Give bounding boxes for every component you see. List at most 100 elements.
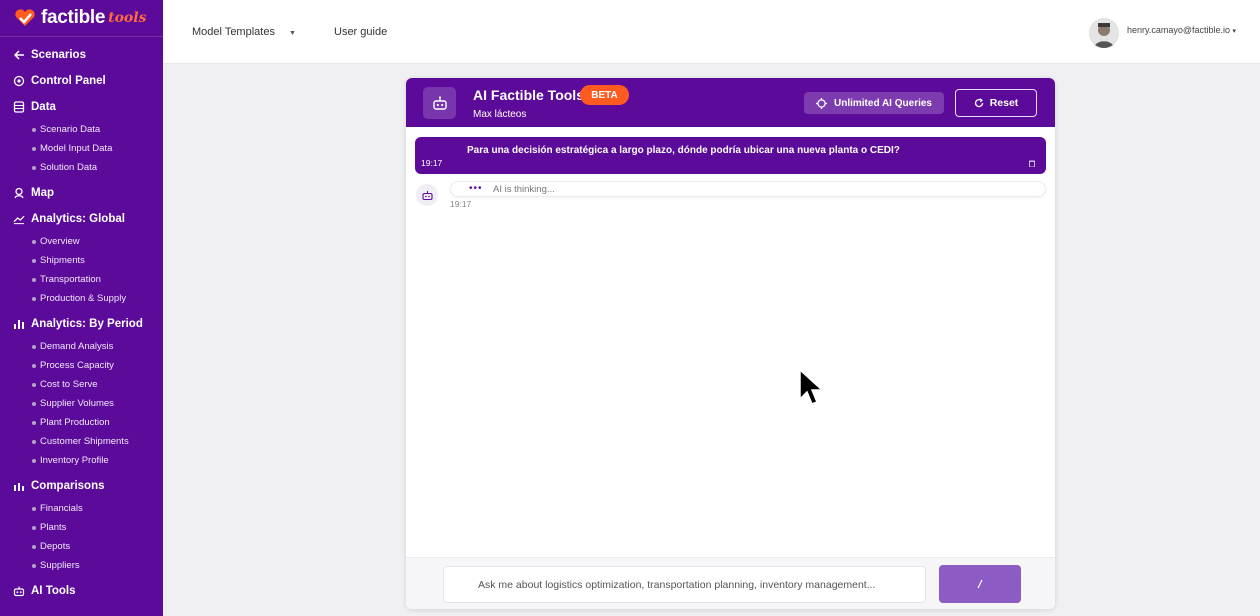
sidebar-item-scenarios[interactable]: Scenarios [0, 42, 163, 68]
user-menu[interactable]: henry.camayo@factible.io ▾ [1127, 25, 1236, 35]
send-button[interactable] [939, 565, 1021, 603]
target-icon [816, 97, 827, 109]
sidebar-subitem-label: Supplier Volumes [40, 398, 114, 409]
sidebar-subitem-shipments[interactable]: Shipments [0, 251, 163, 270]
sidebar-subitem-supplier-volumes[interactable]: Supplier Volumes [0, 394, 163, 413]
refresh-icon [974, 98, 983, 108]
sidebar-subitem-label: Shipments [40, 255, 85, 266]
bullet-icon [32, 439, 36, 444]
chat-title: AI Factible Tools [473, 87, 584, 103]
bullet-icon [32, 277, 36, 282]
chevron-down-icon: ▼ [288, 30, 296, 37]
sidebar-subitem-plants[interactable]: Plants [0, 518, 163, 537]
bullet-icon [32, 458, 36, 463]
sidebar-subitem-scenario-data[interactable]: Scenario Data [0, 120, 163, 139]
user-message-text: Para una decisión estratégica a largo pl… [467, 145, 900, 156]
sidebar-subitem-label: Customer Shipments [40, 436, 129, 447]
sidebar-subitem-demand-analysis[interactable]: Demand Analysis [0, 337, 163, 356]
sidebar-subitem-inventory-profile[interactable]: Inventory Profile [0, 451, 163, 470]
sidebar-item-comparisons[interactable]: Comparisons [0, 473, 163, 499]
sidebar-subitem-suppliers[interactable]: Suppliers [0, 556, 163, 575]
sidebar-subitem-cost-to-serve[interactable]: Cost to Serve [0, 375, 163, 394]
ai-message: ••• AI is thinking... [450, 181, 1046, 197]
avatar[interactable] [1089, 18, 1119, 48]
arrow-left-icon [13, 49, 25, 61]
sidebar-subitem-production-supply[interactable]: Production & Supply [0, 289, 163, 308]
sidebar-subitem-label: Process Capacity [40, 360, 114, 371]
brand-name: factible [41, 7, 106, 28]
robot-icon [421, 191, 433, 200]
database-icon [13, 101, 25, 113]
bullet-icon [32, 420, 36, 425]
sidebar-subitem-transportation[interactable]: Transportation [0, 270, 163, 289]
sidebar-subitem-process-capacity[interactable]: Process Capacity [0, 356, 163, 375]
top-bar: Model Templates ▼ User guide henry.camayo… [163, 0, 1260, 64]
sidebar-item-ai-tools[interactable]: AI Tools [0, 578, 163, 604]
bullet-icon [32, 146, 36, 151]
sidebar-item-analytics-global[interactable]: Analytics: Global [0, 206, 163, 232]
bullet-icon [32, 165, 36, 170]
sidebar-subitem-label: Solution Data [40, 162, 98, 173]
sidebar-item-map[interactable]: Map [0, 180, 163, 206]
sidebar-subitem-depots[interactable]: Depots [0, 537, 163, 556]
robot-icon [13, 585, 25, 597]
bullet-icon [32, 344, 36, 349]
sidebar-subitem-customer-shipments[interactable]: Customer Shipments [0, 432, 163, 451]
map-pin-icon [13, 187, 25, 199]
sidebar-subitem-plant-production[interactable]: Plant Production [0, 413, 163, 432]
brand-suffix: tools [108, 10, 147, 26]
typing-indicator: ••• [469, 183, 483, 194]
sidebar-subitem-model-input-data[interactable]: Model Input Data [0, 139, 163, 158]
model-templates-dropdown[interactable]: Model Templates ▼ [192, 26, 296, 38]
sidebar: factible tools Scenarios Control Panel D… [0, 0, 163, 616]
sidebar-subitem-overview[interactable]: Overview [0, 232, 163, 251]
scenario-name: Max lácteos [473, 109, 527, 120]
bullet-icon [32, 127, 36, 132]
sidebar-nav: Scenarios Control Panel Data Scenario Da… [0, 37, 163, 604]
sidebar-subitem-financials[interactable]: Financials [0, 499, 163, 518]
brand-logo[interactable]: factible tools [0, 0, 163, 37]
sidebar-item-analytics-by-period[interactable]: Analytics: By Period [0, 311, 163, 337]
bar-chart-icon [13, 318, 25, 330]
sidebar-item-control-panel[interactable]: Control Panel [0, 68, 163, 94]
chat-header: AI Factible Tools BETA Max lácteos Unlim… [406, 78, 1055, 127]
message-timestamp: 19:17 [421, 158, 443, 168]
ai-message-text: AI is thinking... [493, 184, 555, 195]
robot-icon [423, 87, 456, 119]
sidebar-subitem-label: Inventory Profile [40, 455, 109, 466]
sidebar-item-label: Control Panel [31, 75, 106, 87]
sidebar-subitem-label: Transportation [40, 274, 101, 285]
sidebar-subitem-label: Scenario Data [40, 124, 101, 135]
bullet-icon [32, 363, 36, 368]
sidebar-subitem-solution-data[interactable]: Solution Data [0, 158, 163, 177]
trash-icon[interactable] [1029, 160, 1035, 167]
bullet-icon [32, 563, 36, 568]
bullet-icon [32, 506, 36, 511]
sidebar-subitem-label: Plants [40, 522, 67, 533]
message-timestamp: 19:17 [450, 199, 472, 209]
unlimited-queries-button[interactable]: Unlimited AI Queries [804, 92, 944, 114]
bullet-icon [32, 544, 36, 549]
user-guide-link[interactable]: User guide [334, 26, 387, 38]
sidebar-subitem-label: Financials [40, 503, 83, 514]
beta-badge: BETA [580, 85, 629, 105]
user-email: henry.camayo@factible.io [1127, 25, 1231, 35]
reset-label: Reset [989, 97, 1019, 109]
bullet-icon [32, 525, 36, 530]
gear-icon [13, 75, 25, 87]
sidebar-item-label: Analytics: Global [31, 213, 125, 225]
sidebar-item-data[interactable]: Data [0, 94, 163, 120]
bar-chart-icon [13, 480, 25, 492]
bullet-icon [32, 401, 36, 406]
sidebar-subitem-label: Cost to Serve [40, 379, 98, 390]
chat-input[interactable] [443, 566, 926, 603]
sidebar-item-label: Comparisons [31, 480, 105, 492]
sidebar-subitem-label: Depots [40, 541, 71, 552]
send-icon [977, 579, 983, 589]
sidebar-item-label: Map [31, 187, 54, 199]
user-avatar-icon [1089, 18, 1119, 48]
ai-chat-panel: AI Factible Tools BETA Max lácteos Unlim… [406, 78, 1055, 609]
reset-button[interactable]: Reset [955, 89, 1037, 117]
sidebar-item-label: Analytics: By Period [31, 318, 143, 330]
sidebar-subitem-label: Overview [40, 236, 80, 247]
